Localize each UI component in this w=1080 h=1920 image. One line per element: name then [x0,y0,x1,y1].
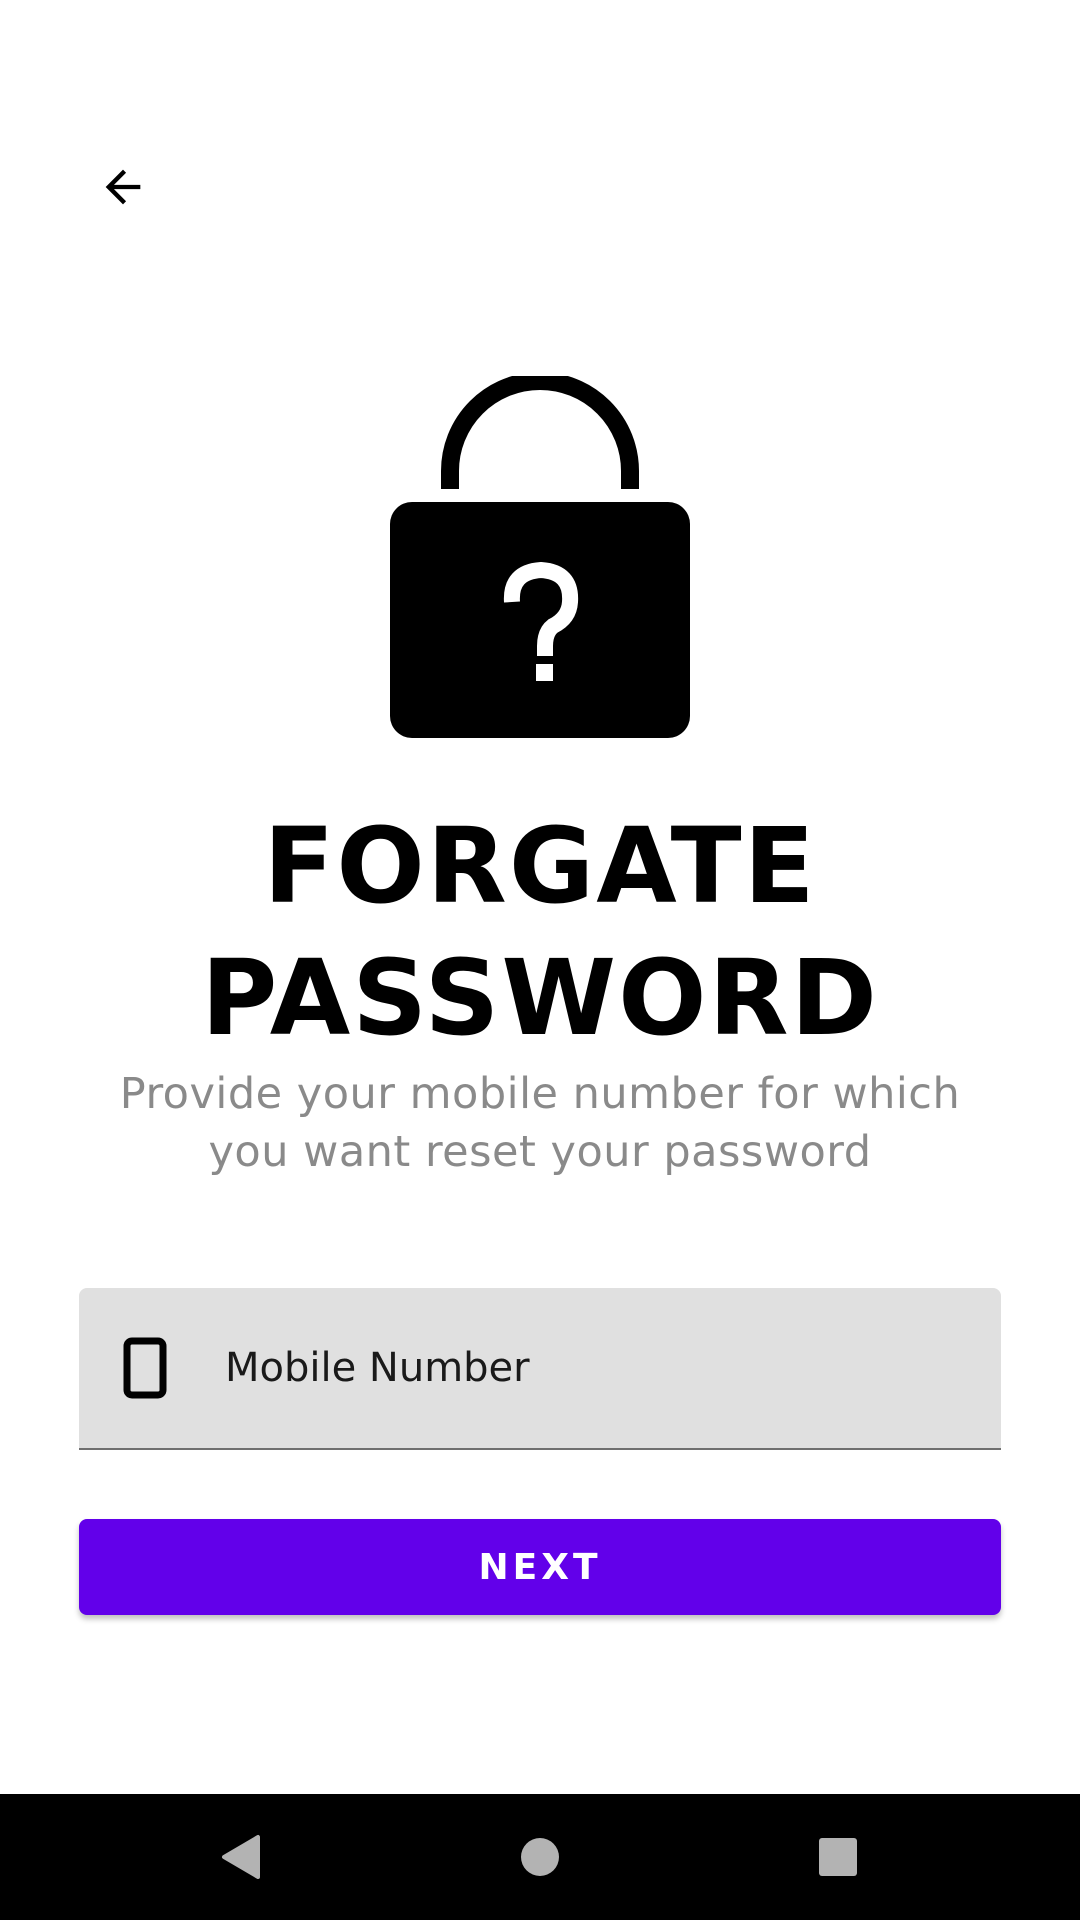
nav-home-circle-icon [521,1838,559,1876]
system-navigation-bar [0,1794,1080,1920]
title-line-1: FORGATE [263,805,817,927]
nav-home-button[interactable] [493,1810,587,1904]
lock-question-icon [388,376,692,742]
back-button[interactable] [78,142,168,232]
nav-recents-button[interactable] [791,1810,885,1904]
nav-back-button[interactable] [193,1810,287,1904]
title-line-2: PASSWORD [201,937,879,1059]
next-button[interactable]: NEXT [79,1519,1001,1615]
mobile-number-field[interactable] [79,1288,1001,1450]
forgot-password-screen: FORGATE PASSWORD Provide your mobile num… [0,0,1080,1920]
mobile-number-input[interactable] [225,1328,925,1408]
instructions-text: Provide your mobile number for which you… [119,1069,961,1177]
page-title: FORGATE PASSWORD [0,800,1080,1064]
nav-back-triangle-icon [222,1835,260,1879]
smartphone-icon [123,1337,167,1399]
nav-recents-square-icon [819,1838,857,1876]
arrow-left-icon [105,169,141,205]
